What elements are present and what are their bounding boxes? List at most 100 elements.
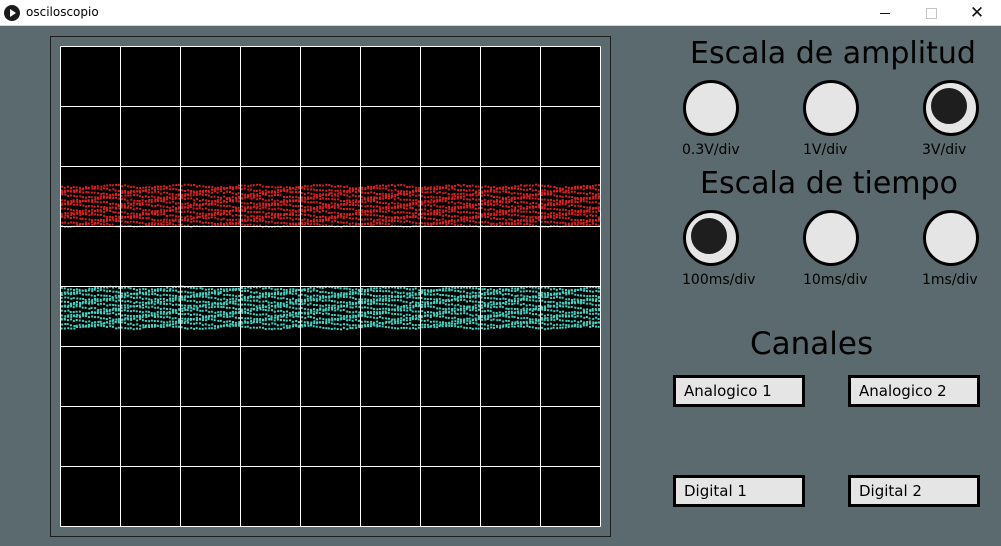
trace-point [223,200,225,203]
trace-point [348,195,351,198]
trace-point [514,201,516,204]
trace-point [343,194,346,197]
trace-point [456,197,459,200]
trace-point [246,289,249,292]
trace-point [151,212,154,215]
amplitude-knob-3v[interactable] [923,80,979,136]
trace-point [378,218,381,221]
trace-point [451,317,454,320]
trace-point [162,312,165,315]
trace-point [511,323,514,326]
trace-point [522,188,525,191]
trace-point [210,318,213,321]
trace-point [340,318,343,321]
trace-point [507,293,510,295]
time-knob-1ms[interactable] [923,210,979,266]
trace-point [189,211,192,214]
trace-point [361,311,364,314]
trace-point [313,208,315,210]
trace-point [507,210,510,213]
trace-point [129,217,132,220]
trace-point [379,198,381,201]
trace-point [322,309,325,312]
amplitude-knob-0-3v[interactable] [683,80,739,136]
trace-point [130,215,132,218]
trace-point [277,305,280,308]
trace-point [246,321,249,324]
trace-point [151,305,154,308]
amplitude-knob-1v[interactable] [803,80,859,136]
trace-point [159,298,162,300]
trace-point [150,198,153,201]
trace-point [63,327,66,330]
trace-point [175,208,177,211]
trace-point [304,289,306,292]
channel-digital-1-button[interactable]: Digital 1 [673,475,805,507]
minimize-button[interactable] [862,0,908,26]
trace-point [258,304,261,307]
close-button[interactable]: ✕ [954,0,1000,26]
channel-digital-2-button[interactable]: Digital 2 [848,475,980,507]
trace-point [525,218,528,221]
trace-point [136,194,139,197]
trace-point [321,322,324,324]
trace-point [130,310,133,313]
channel-analog-2-button[interactable]: Analogico 2 [848,375,980,407]
trace-point [591,309,594,312]
trace-point [567,319,570,322]
trace-point [355,191,357,194]
trace-point [204,207,207,210]
trace-point [441,222,444,225]
trace-point [408,314,411,316]
trace-point [588,197,591,200]
trace-point [294,300,297,303]
trace-point [102,200,105,203]
trace-point [382,202,385,205]
trace-point [523,184,526,187]
trace-point [217,291,220,294]
trace-point [198,295,201,298]
trace-point [225,303,228,306]
trace-point [483,198,486,201]
trace-point [321,299,324,302]
trace-point [229,187,232,190]
trace-point [471,314,474,317]
trace-point [546,193,549,196]
trace-point [556,309,559,312]
trace-point [574,187,577,190]
trace-point [447,303,450,306]
trace-point [250,296,253,299]
trace-point [441,294,444,296]
trace-point [129,305,132,308]
trace-point [517,312,520,315]
trace-point [585,200,588,203]
trace-point [211,323,214,326]
time-knob-100ms[interactable] [683,210,739,266]
trace-point [312,197,315,200]
trace-point [231,315,234,318]
trace-point [585,221,588,224]
trace-point [424,311,427,314]
trace-point [549,202,552,205]
trace-point [108,312,111,315]
trace-point [292,187,295,190]
trace-point [307,308,310,311]
trace-point [547,184,550,187]
trace-point [204,304,207,307]
trace-point [241,325,244,328]
trace-point [534,211,537,214]
trace-point [264,206,267,209]
trace-point [540,215,543,218]
channel-analog-1-button[interactable]: Analogico 1 [673,375,805,407]
time-knob-10ms[interactable] [803,210,859,266]
trace-point [69,324,72,327]
trace-point [487,293,490,296]
trace-point [256,183,259,186]
trace-point [168,219,171,222]
trace-point [474,306,477,309]
maximize-button[interactable] [908,0,954,26]
trace-point [313,223,316,226]
trace-point [390,320,393,323]
trace-point [139,310,141,313]
trace-point [70,212,73,214]
